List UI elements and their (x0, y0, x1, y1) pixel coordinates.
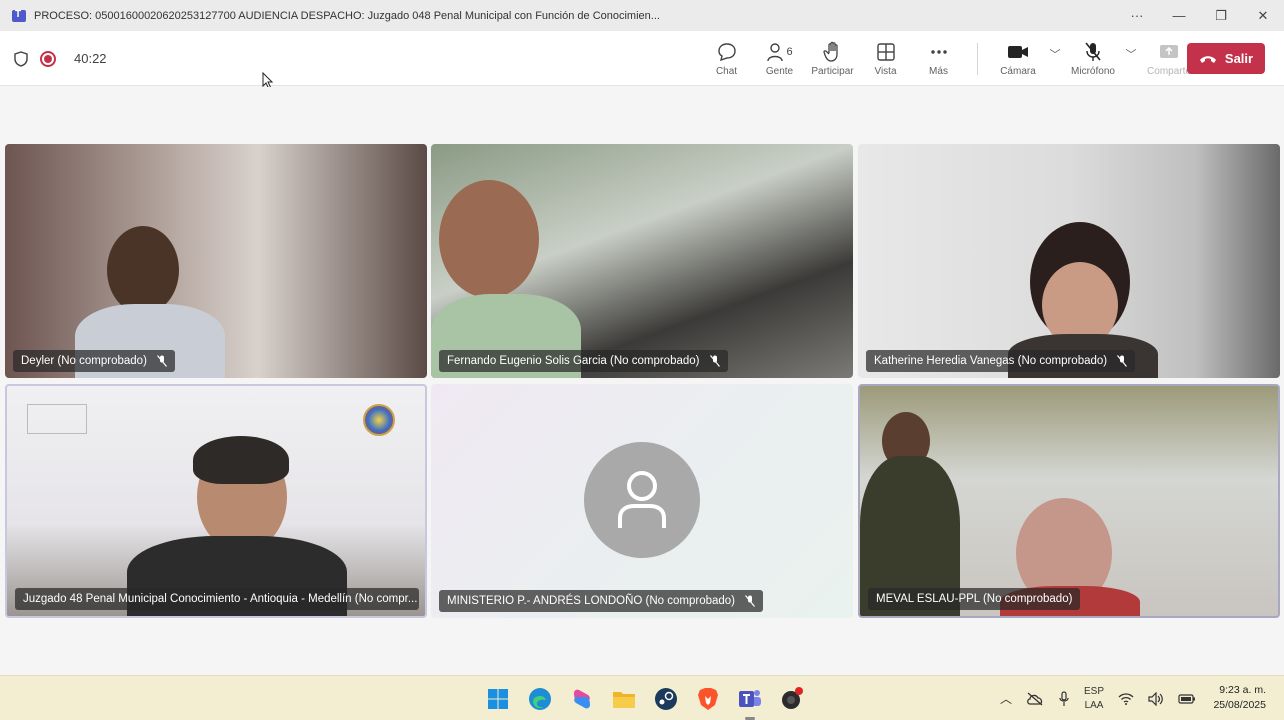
participant-name: Fernando Eugenio Solis Garcia (No compro… (447, 355, 700, 367)
camera-button[interactable]: Cámara (988, 31, 1048, 86)
clock-time: 9:23 a. m. (1219, 684, 1266, 696)
colombia-emblem-icon (363, 404, 395, 436)
people-count: 6 (786, 45, 793, 58)
view-button[interactable]: Vista (859, 31, 912, 86)
chat-label: Chat (715, 65, 738, 77)
leave-label: Salir (1224, 51, 1254, 66)
participant-name: Katherine Heredia Vanegas (No comprobado… (874, 355, 1108, 367)
more-button[interactable]: Más (912, 31, 965, 86)
clock-date: 25/08/2025 (1213, 699, 1266, 711)
person-icon (618, 471, 666, 528)
participant-tile[interactable]: Juzgado 48 Penal Municipal Conocimiento … (5, 384, 427, 618)
mic-off-icon (709, 355, 720, 367)
volume-icon[interactable] (1148, 691, 1164, 706)
minimize-button[interactable]: — (1158, 8, 1200, 23)
wifi-icon[interactable] (1118, 692, 1134, 705)
participant-name-tag: MINISTERIO P.- ANDRÉS LONDOÑO (No compro… (439, 590, 763, 612)
raise-hand-label: Participar (811, 65, 854, 77)
chat-button[interactable]: Chat (700, 31, 753, 86)
mic-off-icon (1085, 41, 1101, 61)
participant-tile[interactable]: Katherine Heredia Vanegas (No comprobado… (858, 144, 1280, 378)
battery-icon[interactable] (1178, 693, 1196, 705)
folder-icon (613, 691, 635, 708)
people-button[interactable]: 6 Gente (753, 31, 806, 86)
hang-up-icon (1199, 55, 1216, 63)
participant-tile[interactable]: Fernando Eugenio Solis Garcia (No compro… (431, 144, 853, 378)
microphone-icon[interactable] (1058, 690, 1070, 707)
show-hidden-icons-chevron-icon[interactable]: ︿ (1000, 690, 1012, 707)
start-button[interactable] (485, 686, 511, 712)
participant-name: MEVAL ESLAU-PPL (No comprobado) (876, 593, 1073, 605)
keyboard-layout: LAA (1084, 699, 1104, 711)
file-explorer-app[interactable] (611, 686, 637, 712)
participant-name-tag: Fernando Eugenio Solis Garcia (No compro… (439, 350, 728, 372)
copilot-icon (574, 689, 590, 708)
share-icon (1160, 44, 1178, 58)
taskbar: ︿ ESP LAA 9:23 a. m. 25/08/2025 (0, 675, 1284, 720)
recorder-icon (782, 686, 803, 709)
window-title: PROCESO: 05001600020620253127700 AUDIENC… (34, 9, 660, 22)
more-options-button[interactable]: ··· (1116, 8, 1158, 23)
mic-button[interactable]: Micrófono (1062, 31, 1124, 86)
mic-options-chevron-icon[interactable]: ﹀ (1124, 46, 1138, 62)
mic-label: Micrófono (1071, 65, 1115, 77)
system-tray: ︿ ESP LAA (1000, 676, 1196, 720)
camera-options-chevron-icon[interactable]: ﹀ (1048, 46, 1062, 62)
teams-taskbar-icon (739, 689, 761, 707)
recording-icon (40, 50, 56, 67)
maximize-button[interactable]: ❐ (1200, 8, 1242, 24)
camera-label: Cámara (1000, 65, 1036, 77)
participant-name-tag: Katherine Heredia Vanegas (No comprobado… (866, 350, 1136, 372)
copilot-app[interactable] (569, 686, 595, 712)
input-language[interactable]: ESP LAA (1084, 685, 1104, 713)
participant-tile[interactable]: Deyler (No comprobado) (5, 144, 427, 378)
more-label: Más (929, 65, 948, 77)
edge-app[interactable] (527, 686, 553, 712)
mic-off-icon (156, 355, 167, 367)
participant-name-tag: Juzgado 48 Penal Municipal Conocimiento … (15, 588, 419, 610)
close-button[interactable]: ✕ (1242, 8, 1284, 24)
mic-off-icon (1117, 355, 1128, 367)
cloud-off-icon[interactable] (1026, 692, 1044, 706)
share-label: Comparte (1147, 65, 1191, 77)
brave-icon (698, 687, 718, 710)
edge-icon (529, 687, 551, 710)
window-controls: ··· — ❐ ✕ (1116, 0, 1284, 31)
participant-tile[interactable]: MINISTERIO P.- ANDRÉS LONDOÑO (No compro… (431, 384, 853, 618)
camera-icon (1008, 45, 1028, 58)
chat-icon (717, 42, 736, 61)
court-logo (27, 404, 87, 434)
meeting-toolbar: 40:22 Chat 6 Gente Participar Vista Más (0, 31, 1284, 86)
windows-icon (488, 688, 508, 709)
participant-name-tag: MEVAL ESLAU-PPL (No comprobado) (868, 588, 1081, 610)
participant-name-tag: Deyler (No comprobado) (13, 350, 175, 372)
people-icon (767, 42, 784, 61)
steam-app[interactable] (653, 686, 679, 712)
brave-app[interactable] (695, 686, 721, 712)
shield-icon[interactable] (14, 50, 28, 67)
system-clock[interactable]: 9:23 a. m. 25/08/2025 (1213, 683, 1266, 713)
meeting-timer: 40:22 (74, 51, 107, 66)
more-icon (930, 49, 947, 54)
recorder-app[interactable] (779, 686, 805, 712)
teams-app[interactable] (737, 686, 763, 720)
teams-icon (12, 9, 26, 22)
grid-view-icon (876, 42, 895, 61)
language-code: ESP (1084, 685, 1105, 697)
participant-name: Deyler (No comprobado) (21, 355, 147, 367)
raise-hand-button[interactable]: Participar (806, 31, 859, 86)
people-label: Gente (765, 65, 794, 77)
title-bar: PROCESO: 05001600020620253127700 AUDIENC… (0, 0, 1284, 31)
mic-off-icon (745, 595, 755, 607)
video-grid: Deyler (No comprobado) Fernando Eugenio … (0, 87, 1284, 675)
hand-icon (822, 41, 838, 62)
participant-tile[interactable]: MEVAL ESLAU-PPL (No comprobado) (858, 384, 1280, 618)
leave-button[interactable]: Salir (1187, 43, 1265, 74)
steam-icon (655, 687, 677, 710)
view-label: Vista (874, 65, 897, 77)
toolbar-divider (977, 42, 978, 75)
participant-name: Juzgado 48 Penal Municipal Conocimiento … (23, 593, 418, 605)
participant-name: MINISTERIO P.- ANDRÉS LONDOÑO (No compro… (447, 595, 735, 607)
default-avatar (584, 442, 700, 558)
